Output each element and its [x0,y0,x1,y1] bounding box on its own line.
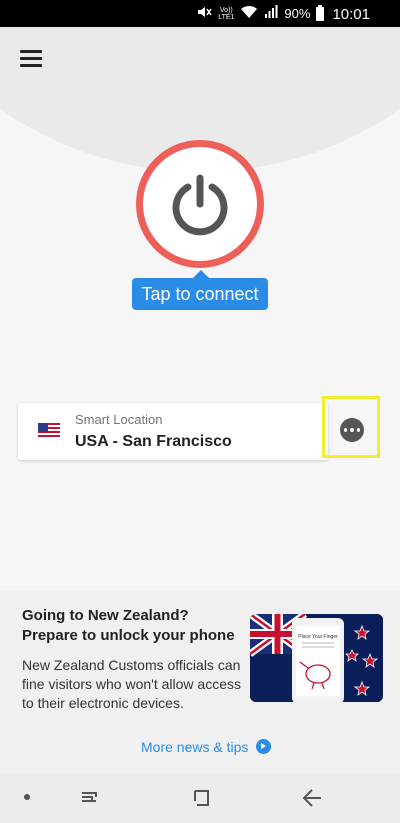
news-thumbnail[interactable]: Place Your Finger [250,614,383,702]
signal-icon [264,5,278,23]
back-icon[interactable] [300,786,324,810]
tap-to-connect-badge[interactable]: Tap to connect [132,270,268,310]
wifi-icon [240,5,258,23]
news-section: Going to New Zealand? Prepare to unlock … [0,590,400,773]
phone-screen-text: Place Your Finger [298,634,338,640]
home-icon[interactable] [190,786,214,810]
location-card[interactable]: Smart Location USA - San Francisco [18,403,328,460]
lte-label: LTE1 [218,14,235,21]
volte-label: Vo)) [219,7,233,14]
mute-icon [196,5,212,23]
dot-icon[interactable] [24,794,30,800]
recents-icon[interactable] [78,786,102,810]
news-body: New Zealand Customs officials can fine v… [22,657,241,711]
power-button[interactable] [136,140,264,268]
play-arrow-icon[interactable] [256,739,271,754]
volte-indicator: Vo)) LTE1 [218,7,234,21]
battery-icon [316,5,325,21]
clock: 10:01 [332,5,370,23]
hamburger-menu-icon[interactable] [20,50,42,68]
vpn-main-screen: Tap to connect Smart Location USA - San … [0,27,400,590]
more-options-icon[interactable] [340,418,364,442]
battery-percent: 90% [284,6,311,21]
nz-flag-image: Place Your Finger [250,614,383,702]
more-news-link[interactable]: More news & tips [141,739,248,755]
location-sub-label: Smart Location [75,412,163,427]
usa-flag-icon [38,423,60,439]
location-name: USA - San Francisco [75,433,232,450]
news-title[interactable]: Going to New Zealand? Prepare to unlock … [22,606,242,646]
system-nav-bar [0,773,400,823]
power-button-face [143,147,257,261]
status-icons: Vo)) LTE1 90% 10:01 [196,4,370,24]
status-bar: Vo)) LTE1 90% 10:01 [0,0,400,27]
power-icon [172,174,228,236]
